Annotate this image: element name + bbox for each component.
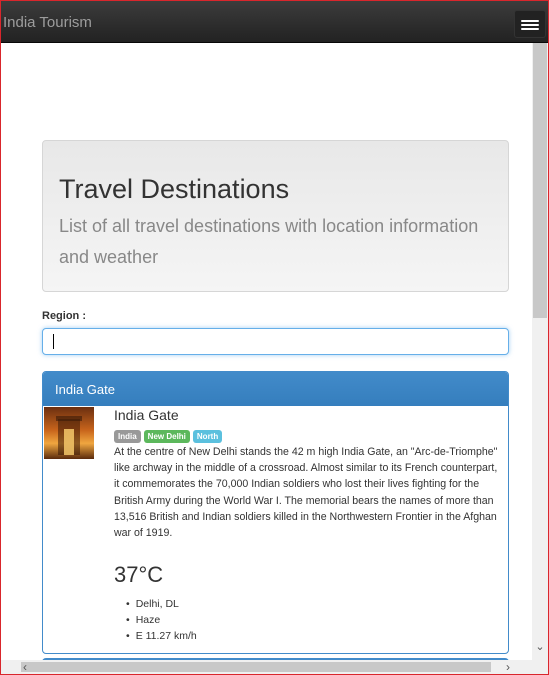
hamburger-menu-icon[interactable]	[514, 10, 546, 38]
navbar: India Tourism	[1, 1, 548, 43]
weather-wind: E 11.27 km/h	[126, 628, 197, 644]
tag-list: India New Delhi North	[114, 430, 223, 443]
page-title: Travel Destinations	[59, 174, 290, 204]
brand-link[interactable]: India Tourism	[3, 14, 92, 31]
scroll-left-arrow-icon[interactable]: ‹	[19, 660, 31, 674]
horizontal-scrollbar[interactable]: ‹ ›	[1, 660, 532, 674]
menu-bar-1	[521, 20, 539, 22]
menu-bar-2	[521, 24, 539, 26]
scroll-corner	[532, 660, 548, 674]
scroll-right-arrow-icon[interactable]: ›	[502, 660, 514, 674]
vertical-scroll-thumb[interactable]	[533, 43, 547, 318]
weather-condition: Haze	[126, 612, 197, 628]
region-label: Region :	[42, 310, 86, 322]
panel-heading: India Gate	[43, 372, 508, 406]
tag-country: India	[114, 430, 141, 443]
jumbotron: Travel Destinations List of all travel d…	[42, 140, 509, 292]
scroll-down-arrow-icon[interactable]: ⌄	[535, 642, 545, 653]
horizontal-scroll-thumb[interactable]	[21, 662, 491, 672]
destination-panel: India Gate India Gate India New Delhi No…	[42, 371, 509, 654]
weather-location: Delhi, DL	[126, 596, 197, 612]
india-gate-thumbnail	[44, 407, 94, 459]
tag-city: New Delhi	[143, 430, 190, 443]
temperature: 37°C	[114, 562, 164, 587]
text-caret	[53, 334, 54, 349]
menu-bar-3	[521, 28, 539, 30]
page-subtitle: List of all travel destinations with loc…	[59, 216, 479, 267]
weather-list: Delhi, DL Haze E 11.27 km/h	[126, 596, 197, 644]
place-title: India Gate	[114, 407, 179, 423]
vertical-scrollbar[interactable]: ⌄	[532, 43, 548, 660]
tag-region: North	[192, 430, 223, 443]
region-input[interactable]	[42, 328, 509, 355]
place-description: At the centre of New Delhi stands the 42…	[114, 446, 498, 540]
